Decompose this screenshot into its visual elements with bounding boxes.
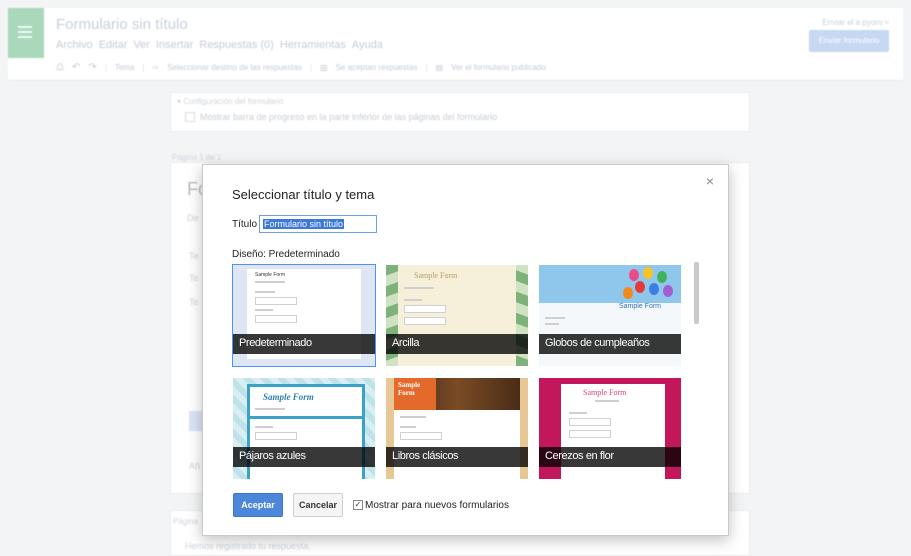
theme-thumb-title: Sample Form	[398, 381, 421, 397]
theme-cherry-blossoms[interactable]: Sample Form Cerezos en flor	[539, 378, 681, 479]
theme-thumb-title: Sample Form	[263, 392, 314, 402]
theme-name: Pájaros azules	[239, 450, 306, 462]
theme-thumb-title: Sample Form	[619, 303, 662, 310]
title-theme-dialog: Seleccionar título y tema × Título Formu…	[202, 164, 729, 536]
theme-grid: Sample Form Predeterminado Sample Form A…	[232, 264, 681, 481]
design-label: Diseño: Predeterminado	[232, 249, 340, 260]
close-icon[interactable]: ×	[706, 173, 714, 189]
theme-classic-books[interactable]: Sample Form Libros clásicos	[386, 378, 528, 479]
title-row: Título Formulario sin título	[232, 215, 378, 233]
theme-name: Libros clásicos	[392, 450, 459, 462]
theme-arcilla[interactable]: Sample Form Arcilla	[386, 265, 528, 366]
theme-birthday-balloons[interactable]: Sample Form Globos de cumpleaños	[539, 265, 681, 366]
title-input[interactable]: Formulario sin título	[259, 215, 378, 233]
dialog-footer: Aceptar Cancelar ✓ Mostrar para nuevos f…	[233, 493, 509, 517]
theme-thumb-title: Sample Form	[414, 271, 458, 280]
title-input-value: Formulario sin título	[263, 219, 345, 229]
theme-name: Globos de cumpleaños	[545, 337, 650, 349]
theme-name: Predeterminado	[239, 337, 312, 349]
theme-thumb-title: Sample Form	[583, 388, 627, 397]
accept-button[interactable]: Aceptar	[233, 493, 283, 517]
show-for-new-forms-checkbox[interactable]: ✓	[353, 500, 363, 510]
theme-name: Arcilla	[392, 337, 420, 349]
theme-thumb-title: Sample Form	[255, 272, 286, 278]
cancel-button[interactable]: Cancelar	[293, 493, 343, 517]
theme-name: Cerezos en flor	[545, 450, 614, 462]
show-for-new-forms-option[interactable]: ✓ Mostrar para nuevos formularios	[353, 500, 509, 511]
theme-blue-birds[interactable]: Sample Form Pájaros azules	[233, 378, 375, 479]
dialog-title: Seleccionar título y tema	[232, 187, 375, 202]
title-label: Título	[232, 218, 258, 230]
theme-default[interactable]: Sample Form Predeterminado	[232, 264, 376, 367]
theme-grid-scrollbar[interactable]	[694, 262, 699, 324]
show-for-new-forms-label: Mostrar para nuevos formularios	[365, 499, 509, 511]
